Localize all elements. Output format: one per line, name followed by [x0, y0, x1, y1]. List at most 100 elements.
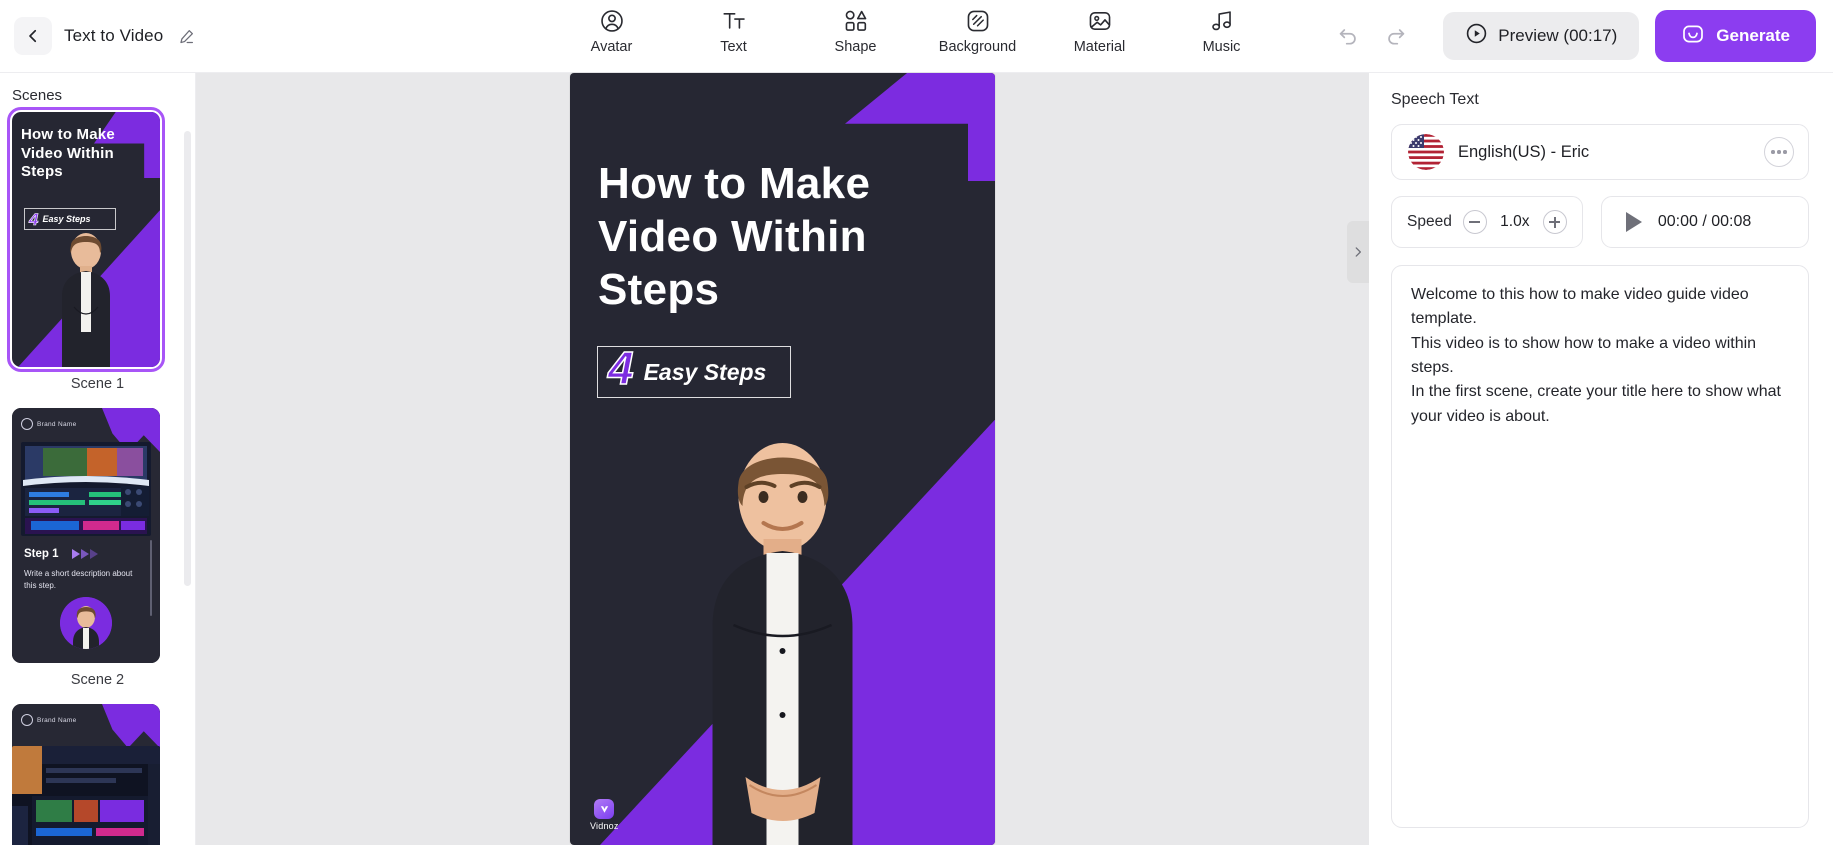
tab-shape-label: Shape: [835, 39, 877, 55]
page-title: Text to Video: [64, 26, 163, 46]
scene-3-photo: [12, 746, 160, 845]
scene-item-1[interactable]: How to Make Video Within Steps 4 Easy St…: [12, 112, 183, 398]
scenes-scrollbar[interactable]: [184, 131, 191, 586]
brand-logo-icon: [21, 418, 33, 430]
tab-background-label: Background: [939, 39, 1016, 55]
avatar-icon: [599, 6, 625, 36]
scenes-sidebar: Scenes How to Make Video Within Steps 4 …: [0, 73, 196, 845]
scene-list: How to Make Video Within Steps 4 Easy St…: [0, 112, 195, 845]
tab-background[interactable]: Background: [937, 6, 1019, 55]
video-stage[interactable]: How to Make Video Within Steps 4 Easy St…: [570, 73, 995, 845]
speed-value: 1.0x: [1498, 213, 1532, 231]
stage-badge[interactable]: 4 Easy Steps: [597, 346, 791, 398]
scene-2-brand: Brand Name: [21, 418, 77, 430]
audio-time-label: 00:00 / 00:08: [1658, 213, 1751, 231]
scene-1-badge-number: 4: [29, 211, 38, 228]
us-flag-icon: [1408, 134, 1444, 170]
voice-name-label: English(US) - Eric: [1458, 143, 1750, 162]
text-icon: [721, 6, 747, 36]
scene-thumbnail-1[interactable]: How to Make Video Within Steps 4 Easy St…: [12, 112, 160, 367]
canvas-area: How to Make Video Within Steps 4 Easy St…: [196, 73, 1369, 845]
generate-button-label: Generate: [1716, 26, 1790, 46]
avatar-thumbnail-image: [43, 223, 129, 367]
play-circle-icon: [1465, 22, 1488, 50]
speed-decrease-button[interactable]: [1463, 210, 1487, 234]
shape-icon: [843, 6, 869, 36]
tab-material[interactable]: Material: [1059, 6, 1141, 55]
scene-1-title: How to Make Video Within Steps: [21, 126, 141, 182]
audio-player: 00:00 / 00:08: [1601, 196, 1809, 248]
scene-thumbnail-3[interactable]: Brand Name: [12, 704, 160, 845]
scene-3-brand: Brand Name: [21, 714, 77, 726]
collapse-panel-button[interactable]: [1347, 221, 1369, 283]
brand-logo-icon: [21, 714, 33, 726]
avatar-presenter-image[interactable]: [645, 425, 920, 845]
scenes-title: Scenes: [0, 73, 195, 112]
tab-avatar-label: Avatar: [591, 39, 633, 55]
redo-arrow-icon: [1383, 23, 1409, 49]
voice-selector[interactable]: English(US) - Eric: [1391, 124, 1809, 180]
play-triangle-icon[interactable]: [1626, 212, 1642, 232]
vidnoz-watermark-label: Vidnoz: [590, 821, 619, 831]
redo-button[interactable]: [1379, 21, 1413, 51]
preview-button[interactable]: Preview (00:17): [1443, 12, 1639, 60]
speed-control: Speed 1.0x: [1391, 196, 1583, 248]
scene-1-label: Scene 1: [12, 367, 183, 398]
playback-controls-row: Speed 1.0x 00:00 / 00:08: [1391, 196, 1809, 248]
stage-badge-number: 4: [608, 347, 634, 389]
scene-3-brand-label: Brand Name: [37, 717, 77, 724]
app-body: Scenes How to Make Video Within Steps 4 …: [0, 73, 1833, 845]
scene-2-photo: [21, 442, 151, 536]
tab-shape[interactable]: Shape: [815, 6, 897, 55]
app-root: Text to Video Avatar: [0, 0, 1833, 845]
stage-title-text[interactable]: How to Make Video Within Steps: [598, 158, 928, 316]
vidnoz-watermark: Vidnoz: [590, 799, 619, 831]
pencil-icon: [177, 27, 196, 46]
scene-item-3[interactable]: Brand Name: [12, 704, 183, 845]
sparkle-smile-icon: [1681, 22, 1705, 51]
tab-text-label: Text: [720, 39, 747, 55]
back-button[interactable]: [14, 17, 52, 55]
scene-2-step-label: Step 1: [24, 548, 59, 560]
header-right-group: Preview (00:17) Generate: [1331, 10, 1833, 62]
stage-badge-text: Easy Steps: [644, 359, 767, 386]
tab-music[interactable]: Music: [1181, 6, 1263, 55]
ellipsis-dot: [1771, 150, 1775, 154]
undo-button[interactable]: [1331, 21, 1365, 51]
material-icon: [1087, 6, 1113, 36]
scene-2-brand-label: Brand Name: [37, 421, 77, 428]
app-header: Text to Video Avatar: [0, 0, 1833, 73]
scene-2-label: Scene 2: [12, 663, 183, 694]
scene-item-2[interactable]: Brand Name: [12, 408, 183, 694]
speed-increase-button[interactable]: [1543, 210, 1567, 234]
scene-thumbnail-2[interactable]: Brand Name: [12, 408, 160, 663]
tab-text[interactable]: Text: [693, 6, 775, 55]
speed-label: Speed: [1407, 213, 1452, 231]
voice-more-button[interactable]: [1764, 137, 1794, 167]
generate-button[interactable]: Generate: [1655, 10, 1816, 62]
speech-panel-title: Speech Text: [1391, 91, 1809, 109]
speech-text-box[interactable]: Welcome to this how to make video guide …: [1391, 265, 1809, 828]
speech-text-input[interactable]: Welcome to this how to make video guide …: [1411, 283, 1789, 429]
preview-button-label: Preview (00:17): [1498, 26, 1617, 46]
undo-arrow-icon: [1335, 23, 1361, 49]
tab-material-label: Material: [1074, 39, 1126, 55]
scene-2-avatar: [60, 597, 112, 649]
ellipsis-dot: [1783, 150, 1787, 154]
music-icon: [1209, 6, 1235, 36]
tool-tabs: Avatar Text: [571, 6, 1263, 55]
chevron-left-icon: [24, 27, 42, 45]
ellipsis-dot: [1777, 150, 1781, 154]
history-buttons: [1331, 21, 1413, 51]
vidnoz-logo-icon: [594, 799, 614, 819]
header-left-group: Text to Video: [0, 17, 196, 55]
tab-music-label: Music: [1203, 39, 1241, 55]
tab-avatar[interactable]: Avatar: [571, 6, 653, 55]
scene-2-progress-bar: [150, 540, 152, 616]
speech-panel: Speech Text: [1369, 73, 1833, 845]
chevron-right-icon: [1351, 245, 1365, 259]
scene-2-arrows-icon: [72, 549, 102, 559]
edit-title-button[interactable]: [177, 27, 196, 46]
background-icon: [965, 6, 991, 36]
scene-2-description: Write a short description about this ste…: [24, 568, 134, 592]
